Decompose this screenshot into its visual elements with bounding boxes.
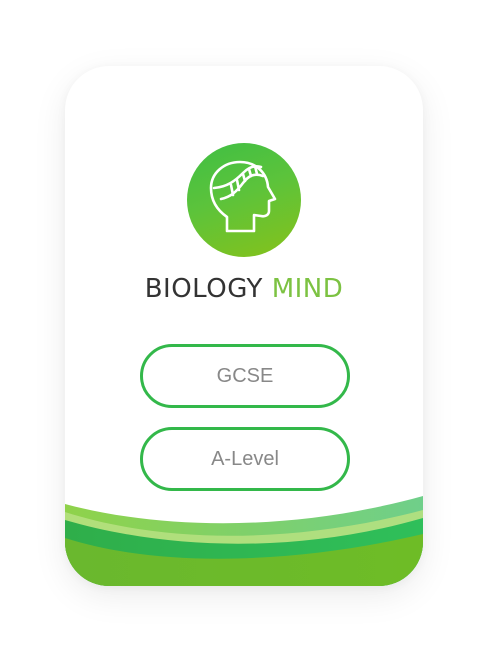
app-title: BIOLOGY MIND [65,274,423,304]
footer-wave [65,496,423,586]
gcse-button[interactable]: GCSE [140,344,350,408]
head-dna-icon [209,160,277,233]
app-title-accent: MIND [271,274,344,304]
level-select-card: BIOLOGY MIND GCSE A-Level [65,66,423,586]
logo [187,143,301,257]
app-title-primary: BIOLOGY [144,274,263,304]
app-screen: BIOLOGY MIND GCSE A-Level [0,0,488,652]
a-level-button[interactable]: A-Level [140,427,350,491]
